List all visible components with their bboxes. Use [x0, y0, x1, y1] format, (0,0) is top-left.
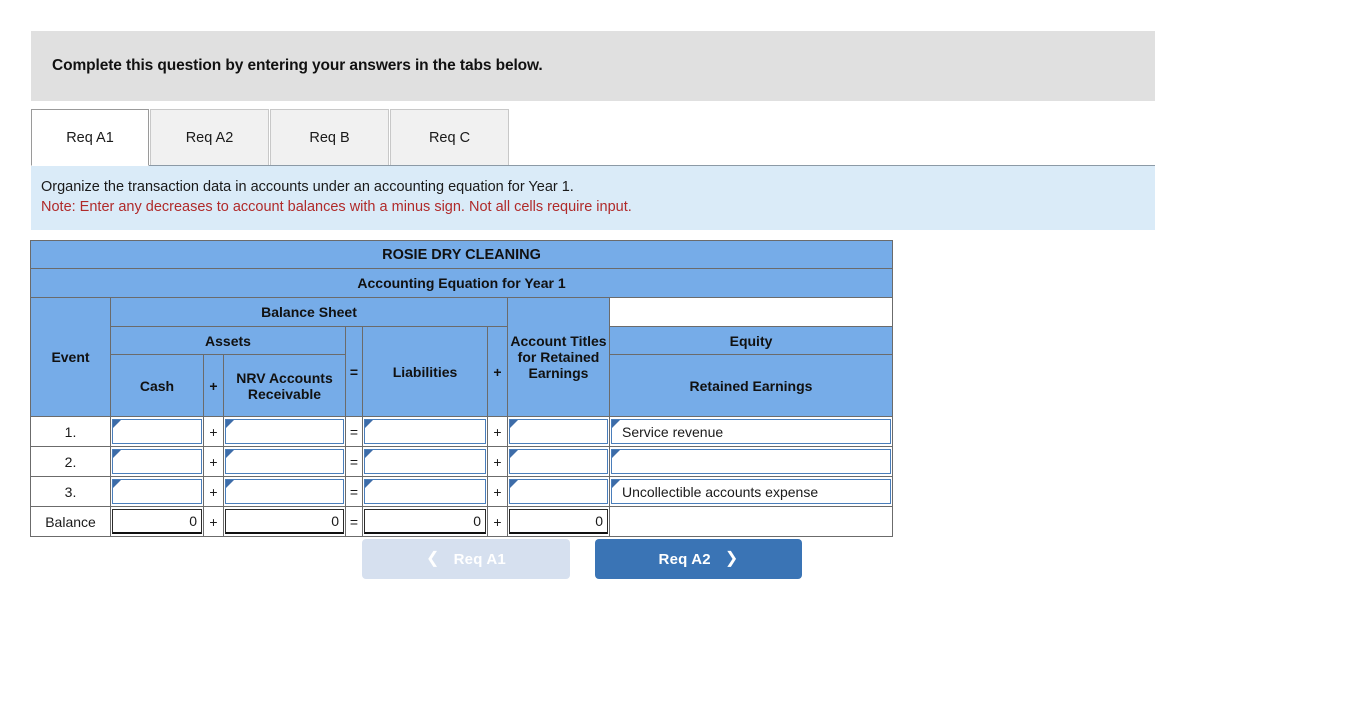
- next-requirement-label: Req A2: [658, 550, 711, 568]
- account-title-input-1[interactable]: [612, 420, 890, 443]
- requirement-navigation: ❮ Req A1 Req A2 ❯: [362, 539, 802, 579]
- cash-input-cell-3[interactable]: [112, 479, 202, 504]
- instruction-note: Note: Enter any decreases to account bal…: [41, 199, 632, 215]
- plus-operator-row-3: +: [203, 476, 224, 507]
- retained-earnings-input-cell-1[interactable]: [509, 419, 608, 444]
- balance-plus-operator-1: +: [203, 506, 224, 537]
- liabilities-input-cell-2[interactable]: [364, 449, 486, 474]
- cash-input-1[interactable]: [113, 420, 201, 443]
- balance-sheet-group-row: Event Balance Sheet Account Titles for R…: [30, 297, 893, 417]
- table-row: 3. + = +: [30, 476, 893, 507]
- worksheet-subtitle: Accounting Equation for Year 1: [30, 268, 893, 298]
- question-workspace: Complete this question by entering your …: [0, 0, 1364, 716]
- balance-plus-operator-2: +: [487, 506, 508, 537]
- equals-operator-row-1: =: [345, 416, 363, 447]
- header-plus-operator-1: +: [203, 354, 224, 417]
- liabilities-input-cell-3[interactable]: [364, 479, 486, 504]
- liabilities-input-cell-1[interactable]: [364, 419, 486, 444]
- balance-retained-earnings-value: 0: [509, 509, 608, 534]
- prev-requirement-label: Req A1: [453, 550, 506, 568]
- header-assets: Assets: [110, 326, 346, 355]
- retained-earnings-input-cell-2[interactable]: [509, 449, 608, 474]
- plus-operator-row-1: +: [203, 416, 224, 447]
- company-title: ROSIE DRY CLEANING: [30, 240, 893, 269]
- tab-strip-divider: [31, 165, 1155, 166]
- cash-input-3[interactable]: [113, 480, 201, 503]
- equals-operator-row-2: =: [345, 446, 363, 477]
- account-title-cell-1[interactable]: [611, 419, 891, 444]
- retained-earnings-input-1[interactable]: [510, 420, 607, 443]
- header-cash: Cash: [110, 354, 204, 417]
- table-row: 1. + = +: [30, 416, 893, 447]
- accounts-receivable-input-cell-3[interactable]: [225, 479, 344, 504]
- event-number: 3.: [30, 476, 111, 507]
- retained-earnings-input-cell-3[interactable]: [509, 479, 608, 504]
- tab-req-a1[interactable]: Req A1: [31, 109, 149, 166]
- chevron-left-icon: ❮: [426, 550, 440, 567]
- plus-operator-2-row-3: +: [487, 476, 508, 507]
- tab-req-c[interactable]: Req C: [390, 109, 509, 166]
- balance-cash-value: 0: [112, 509, 202, 534]
- requirement-instructions: Organize the transaction data in account…: [31, 166, 1155, 230]
- account-title-cell-2[interactable]: [611, 449, 891, 474]
- retained-earnings-input-3[interactable]: [510, 480, 607, 503]
- chevron-right-icon: ❯: [724, 550, 739, 567]
- balance-liabilities-value: 0: [364, 509, 486, 534]
- question-banner-text: Complete this question by entering your …: [52, 57, 543, 74]
- header-equity: Equity: [609, 326, 893, 355]
- liabilities-input-1[interactable]: [365, 420, 485, 443]
- accounts-receivable-input-cell-2[interactable]: [225, 449, 344, 474]
- liabilities-input-2[interactable]: [365, 450, 485, 473]
- header-nrv-accounts-receivable: NRV Accounts Receivable: [223, 354, 346, 417]
- balance-accounts-receivable-value: 0: [225, 509, 344, 534]
- question-banner: Complete this question by entering your …: [31, 31, 1155, 101]
- worksheet-subtitle-row: Accounting Equation for Year 1: [30, 268, 893, 298]
- plus-operator-2-row-2: +: [487, 446, 508, 477]
- cash-input-cell-2[interactable]: [112, 449, 202, 474]
- accounts-receivable-input-cell-1[interactable]: [225, 419, 344, 444]
- header-balance-sheet: Balance Sheet: [110, 297, 508, 327]
- header-liabilities: Liabilities: [362, 326, 488, 417]
- header-equals-operator: =: [345, 326, 363, 417]
- accounting-equation-worksheet: ROSIE DRY CLEANING Accounting Equation f…: [30, 240, 893, 537]
- next-requirement-button[interactable]: Req A2 ❯: [595, 539, 802, 579]
- worksheet-title-row: ROSIE DRY CLEANING: [30, 240, 893, 269]
- liabilities-input-3[interactable]: [365, 480, 485, 503]
- header-plus-operator-2: +: [487, 326, 508, 417]
- account-title-cell-3[interactable]: [611, 479, 891, 504]
- table-row: 2. + = +: [30, 446, 893, 477]
- accounts-receivable-input-1[interactable]: [226, 420, 343, 443]
- account-title-input-2[interactable]: [612, 450, 890, 473]
- assets-equity-group-row: Assets = Liabilities + Equity: [31, 326, 893, 417]
- instruction-primary: Organize the transaction data in account…: [41, 179, 574, 195]
- header-account-titles: Account Titles for Retained Earnings: [507, 297, 610, 417]
- event-number: 1.: [30, 416, 111, 447]
- balance-row: Balance 0 + 0 = 0 + 0: [30, 506, 893, 537]
- accounts-receivable-input-3[interactable]: [226, 480, 343, 503]
- accounts-receivable-input-2[interactable]: [226, 450, 343, 473]
- header-retained-earnings: Retained Earnings: [609, 354, 893, 417]
- equals-operator-row-3: =: [345, 476, 363, 507]
- account-title-input-3[interactable]: [612, 480, 890, 503]
- cash-input-cell-1[interactable]: [112, 419, 202, 444]
- event-number: 2.: [30, 446, 111, 477]
- plus-operator-row-2: +: [203, 446, 224, 477]
- requirement-tabs: Req A1 Req A2 Req B Req C: [31, 109, 510, 166]
- tab-req-a2[interactable]: Req A2: [150, 109, 269, 166]
- balance-label: Balance: [30, 506, 111, 537]
- tab-req-b[interactable]: Req B: [270, 109, 389, 166]
- header-event: Event: [30, 297, 111, 417]
- prev-requirement-button[interactable]: ❮ Req A1: [362, 539, 570, 579]
- balance-equals-operator: =: [345, 506, 363, 537]
- balance-account-title-blank: [609, 506, 893, 537]
- cash-input-2[interactable]: [113, 450, 201, 473]
- retained-earnings-input-2[interactable]: [510, 450, 607, 473]
- plus-operator-2-row-1: +: [487, 416, 508, 447]
